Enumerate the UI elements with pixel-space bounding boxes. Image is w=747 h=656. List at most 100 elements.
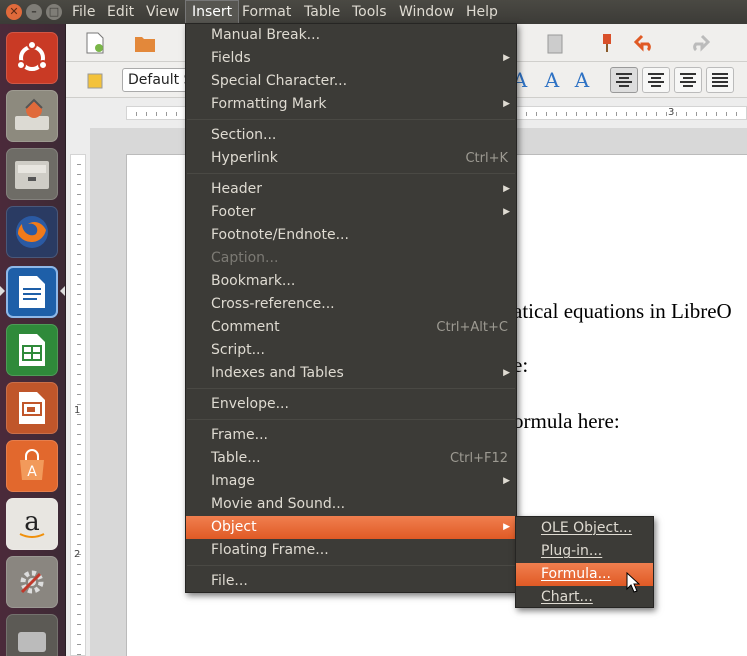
menu-item-shortcut: Ctrl+K bbox=[465, 151, 508, 166]
window-minimize-button[interactable]: – bbox=[26, 4, 42, 20]
submenu-arrow-icon: ▶ bbox=[503, 99, 510, 109]
insert-menu-item-table[interactable]: Table... Ctrl+F12 bbox=[186, 447, 516, 470]
menu-edit[interactable]: Edit bbox=[101, 0, 140, 24]
submenu-arrow-icon: ▶ bbox=[503, 368, 510, 378]
object-submenu: OLE Object... Plug-in... Formula... Chart..… bbox=[515, 516, 654, 608]
insert-menu-item-footer[interactable]: Footer ▶ bbox=[186, 201, 516, 224]
menu-item-label: Table... bbox=[211, 450, 261, 466]
menu-item-label: Section... bbox=[211, 127, 277, 143]
insert-menu-item-script[interactable]: Script... bbox=[186, 339, 516, 362]
align-center-button[interactable] bbox=[642, 67, 670, 93]
disk-icon[interactable] bbox=[6, 614, 58, 656]
calc-icon[interactable] bbox=[6, 324, 58, 376]
insert-menu-item-manual-break[interactable]: Manual Break... bbox=[186, 24, 516, 47]
document-text-line: atical equations in LibreO bbox=[513, 299, 732, 323]
menu-item-label: Comment bbox=[211, 319, 280, 335]
menu-help[interactable]: Help bbox=[460, 0, 504, 24]
menu-item-shortcut: Ctrl+F12 bbox=[449, 451, 508, 466]
insert-menu-item-image[interactable]: Image ▶ bbox=[186, 470, 516, 493]
open-folder-icon[interactable] bbox=[132, 30, 158, 56]
menu-window[interactable]: Window bbox=[393, 0, 460, 24]
menu-insert[interactable]: Insert bbox=[185, 0, 240, 24]
system-settings-icon[interactable] bbox=[6, 556, 58, 608]
system-installer-icon[interactable] bbox=[6, 90, 58, 142]
menu-item-label: OLE Object... bbox=[541, 520, 633, 536]
menu-item-label: Hyperlink bbox=[211, 150, 278, 166]
menu-table[interactable]: Table bbox=[298, 0, 346, 24]
clone-formatting-icon[interactable] bbox=[594, 30, 620, 56]
menu-item-label: Object bbox=[211, 519, 257, 535]
menu-item-label: Plug-in... bbox=[541, 543, 603, 559]
svg-text:a: a bbox=[24, 507, 40, 537]
insert-menu-item-cross-reference[interactable]: Cross-reference... bbox=[186, 293, 516, 316]
align-right-button[interactable] bbox=[674, 67, 702, 93]
new-document-icon[interactable] bbox=[82, 30, 108, 56]
impress-icon[interactable] bbox=[6, 382, 58, 434]
insert-menu-item-footnote-endnote[interactable]: Footnote/Endnote... bbox=[186, 224, 516, 247]
insert-menu-item-movie-and-sound[interactable]: Movie and Sound... bbox=[186, 493, 516, 516]
paragraph-style-box[interactable]: Default Style bbox=[122, 68, 188, 92]
menu-item-label: Footer bbox=[211, 204, 256, 220]
menu-item-label: Bookmark... bbox=[211, 273, 296, 289]
insert-menu-item-section[interactable]: Section... bbox=[186, 124, 516, 147]
insert-menu-item-header[interactable]: Header ▶ bbox=[186, 178, 516, 201]
insert-menu-item-caption: Caption... bbox=[186, 247, 516, 270]
highlight-icon[interactable]: A bbox=[540, 68, 564, 92]
insert-menu-item-comment[interactable]: Comment Ctrl+Alt+C bbox=[186, 316, 516, 339]
insert-menu-item-file[interactable]: File... bbox=[186, 570, 516, 593]
insert-menu-item-hyperlink[interactable]: Hyperlink Ctrl+K bbox=[186, 147, 516, 170]
redo-icon[interactable] bbox=[686, 30, 712, 56]
paste-icon[interactable] bbox=[542, 30, 568, 56]
object-submenu-item-ole-object[interactable]: OLE Object... bbox=[516, 517, 653, 540]
insert-menu-item-frame[interactable]: Frame... bbox=[186, 424, 516, 447]
menu-item-label: Cross-reference... bbox=[211, 296, 335, 312]
writer-icon[interactable] bbox=[6, 266, 58, 318]
submenu-arrow-icon: ▶ bbox=[503, 184, 510, 194]
menu-item-label: Indexes and Tables bbox=[211, 365, 344, 381]
focused-app-pip bbox=[60, 286, 65, 296]
justify-button[interactable] bbox=[706, 67, 734, 93]
ubuntu-dash-icon[interactable] bbox=[6, 32, 58, 84]
insert-menu-item-floating-frame[interactable]: Floating Frame... bbox=[186, 539, 516, 562]
insert-menu-item-object[interactable]: Object ▶ bbox=[186, 516, 516, 539]
menu-file[interactable]: File bbox=[66, 0, 101, 24]
menu-item-label: File... bbox=[211, 573, 248, 589]
ruler-mark: 3 bbox=[668, 107, 675, 118]
files-icon[interactable] bbox=[6, 148, 58, 200]
menu-item-label: Image bbox=[211, 473, 255, 489]
amazon-icon[interactable]: a bbox=[6, 498, 58, 550]
styles-icon[interactable] bbox=[82, 68, 108, 94]
insert-menu-item-fields[interactable]: Fields ▶ bbox=[186, 47, 516, 70]
document-text-line: ormula here: bbox=[513, 409, 620, 433]
software-center-icon[interactable]: A bbox=[6, 440, 58, 492]
active-app-pip bbox=[0, 286, 5, 296]
insert-menu-item-bookmark[interactable]: Bookmark... bbox=[186, 270, 516, 293]
menu-format[interactable]: Format bbox=[236, 0, 297, 24]
menu-separator bbox=[187, 119, 515, 120]
undo-icon[interactable] bbox=[632, 30, 658, 56]
insert-menu-item-envelope[interactable]: Envelope... bbox=[186, 393, 516, 416]
submenu-arrow-icon: ▶ bbox=[503, 522, 510, 532]
text-outline-icon[interactable]: A bbox=[570, 68, 594, 92]
insert-menu-item-indexes-and-tables[interactable]: Indexes and Tables ▶ bbox=[186, 362, 516, 385]
insert-menu-item-special-character[interactable]: Special Character... bbox=[186, 70, 516, 93]
insert-menu-item-formatting-mark[interactable]: Formatting Mark ▶ bbox=[186, 93, 516, 116]
menu-separator bbox=[187, 419, 515, 420]
window-maximize-button[interactable]: □ bbox=[46, 4, 62, 20]
ruler-mark: 1 bbox=[74, 405, 81, 416]
submenu-arrow-icon: ▶ bbox=[503, 53, 510, 63]
menu-item-label: Footnote/Endnote... bbox=[211, 227, 349, 243]
insert-menu: Manual Break... Fields ▶ Special Character.… bbox=[185, 23, 517, 593]
menu-separator bbox=[187, 565, 515, 566]
menu-view[interactable]: View bbox=[140, 0, 185, 24]
submenu-arrow-icon: ▶ bbox=[503, 207, 510, 217]
firefox-icon[interactable] bbox=[6, 206, 58, 258]
menu-item-label: Chart... bbox=[541, 589, 593, 605]
top-menubar: ✕ – □ File Edit View Insert Format Table… bbox=[0, 0, 747, 24]
object-submenu-item-plug-in[interactable]: Plug-in... bbox=[516, 540, 653, 563]
menu-tools[interactable]: Tools bbox=[346, 0, 393, 24]
align-left-button[interactable] bbox=[610, 67, 638, 93]
window-close-button[interactable]: ✕ bbox=[6, 4, 22, 20]
mouse-cursor-icon bbox=[626, 572, 640, 593]
svg-text:A: A bbox=[27, 464, 37, 480]
